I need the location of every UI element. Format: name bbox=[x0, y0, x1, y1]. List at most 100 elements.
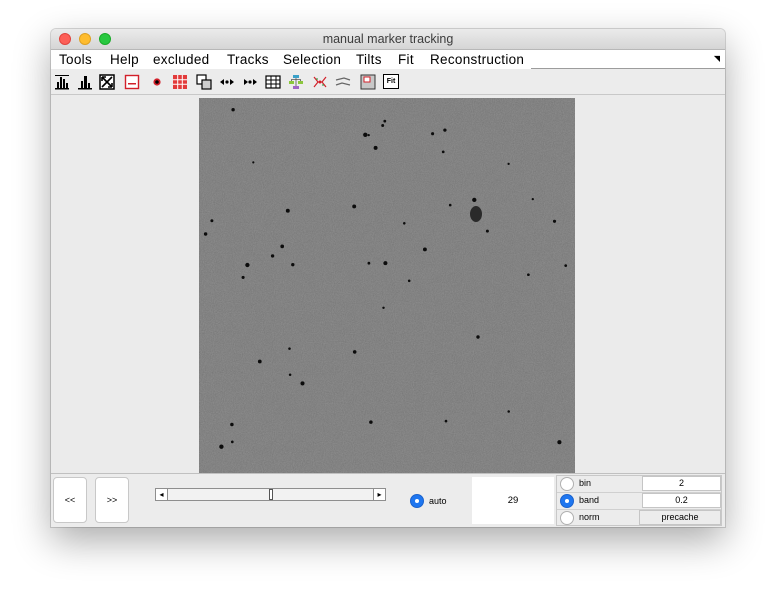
gold-marker[interactable] bbox=[422, 247, 427, 252]
zoom-fit-icon[interactable] bbox=[99, 74, 115, 90]
scatter-icon[interactable] bbox=[312, 74, 328, 90]
toolbar: Fit bbox=[51, 70, 725, 95]
frame-slider[interactable]: ◂ ▸ bbox=[155, 488, 386, 501]
grid-icon[interactable] bbox=[172, 74, 188, 90]
gold-marker[interactable] bbox=[383, 261, 388, 266]
frame-icon[interactable] bbox=[360, 74, 376, 90]
maximize-window-button[interactable] bbox=[99, 33, 111, 45]
menu-tracks[interactable]: Tracks bbox=[227, 50, 269, 69]
menu-fit[interactable]: Fit bbox=[398, 50, 414, 69]
slider-left-arrow-icon[interactable]: ◂ bbox=[155, 488, 168, 501]
gold-marker[interactable] bbox=[363, 132, 368, 137]
gold-marker[interactable] bbox=[431, 132, 435, 136]
gold-marker[interactable] bbox=[441, 150, 445, 154]
gold-marker[interactable] bbox=[472, 197, 477, 203]
gold-marker[interactable] bbox=[507, 410, 510, 413]
norm-radio[interactable] bbox=[560, 511, 574, 525]
gold-marker[interactable] bbox=[552, 219, 557, 223]
gold-marker[interactable] bbox=[280, 244, 285, 249]
move-right-icon[interactable] bbox=[242, 74, 258, 90]
app-window: manual marker tracking Tools Help exclud… bbox=[51, 29, 725, 527]
gold-marker[interactable] bbox=[443, 128, 447, 132]
gold-marker[interactable] bbox=[203, 232, 208, 236]
gold-marker[interactable] bbox=[291, 263, 295, 267]
gold-marker[interactable] bbox=[285, 208, 290, 213]
gold-marker[interactable] bbox=[382, 306, 385, 310]
table-icon[interactable] bbox=[265, 74, 281, 90]
gold-marker[interactable] bbox=[383, 119, 387, 123]
flip-icon[interactable] bbox=[335, 74, 351, 90]
gold-marker[interactable] bbox=[527, 273, 530, 277]
menu-excluded[interactable]: excluded bbox=[153, 50, 209, 69]
bin-radio[interactable] bbox=[560, 477, 574, 491]
gold-marker[interactable] bbox=[448, 203, 452, 207]
gold-marker[interactable] bbox=[564, 264, 568, 267]
gold-marker[interactable] bbox=[300, 381, 305, 386]
gold-marker[interactable] bbox=[288, 373, 292, 376]
frame-number: 29 bbox=[507, 495, 519, 506]
gold-marker[interactable] bbox=[381, 124, 385, 127]
slider-right-arrow-icon[interactable]: ▸ bbox=[373, 488, 386, 501]
move-left-right-icon[interactable] bbox=[219, 74, 235, 90]
micrograph-image[interactable] bbox=[199, 98, 575, 473]
menu-divider bbox=[531, 68, 725, 69]
gold-marker[interactable] bbox=[476, 335, 480, 339]
parameter-panel: bin 2 band 0.2 norm precache bbox=[556, 475, 722, 526]
gold-marker[interactable] bbox=[557, 440, 562, 445]
gold-marker[interactable] bbox=[373, 145, 378, 150]
menu-bar: Tools Help excluded Tracks Selection Til… bbox=[51, 50, 725, 69]
gold-marker[interactable] bbox=[367, 261, 371, 265]
histogram-alt-icon[interactable] bbox=[77, 74, 93, 90]
gold-marker[interactable] bbox=[407, 279, 411, 283]
gold-marker[interactable] bbox=[252, 161, 255, 164]
gold-marker[interactable] bbox=[230, 440, 234, 444]
slider-thumb[interactable] bbox=[269, 489, 273, 500]
menu-overflow-icon[interactable]: ◥ bbox=[714, 54, 720, 63]
menu-help[interactable]: Help bbox=[110, 50, 139, 69]
menu-tilts[interactable]: Tilts bbox=[356, 50, 382, 69]
gold-marker[interactable] bbox=[257, 359, 262, 364]
gold-marker[interactable] bbox=[352, 204, 357, 209]
window-title: manual marker tracking bbox=[322, 32, 454, 46]
gold-marker[interactable] bbox=[403, 222, 406, 225]
histogram-icon[interactable] bbox=[54, 74, 70, 90]
bin-label: bin bbox=[579, 478, 592, 488]
gold-marker[interactable] bbox=[231, 108, 235, 112]
bin-field[interactable]: 2 bbox=[642, 476, 721, 491]
marker-dot-icon[interactable] bbox=[149, 74, 165, 90]
gold-marker[interactable] bbox=[485, 229, 489, 233]
gold-marker[interactable] bbox=[367, 133, 370, 137]
gold-marker[interactable] bbox=[288, 347, 291, 350]
minimize-window-button[interactable] bbox=[79, 33, 91, 45]
next-frame-button[interactable]: >> bbox=[95, 477, 129, 523]
auto-radio[interactable] bbox=[410, 494, 424, 508]
copy-icon[interactable] bbox=[196, 74, 212, 90]
gold-marker[interactable] bbox=[210, 219, 214, 223]
gold-marker[interactable] bbox=[230, 422, 234, 427]
previous-label: << bbox=[64, 495, 76, 505]
close-window-button[interactable] bbox=[59, 33, 71, 45]
title-bar[interactable]: manual marker tracking bbox=[51, 29, 725, 50]
contaminant-blot bbox=[470, 206, 482, 222]
precache-button[interactable]: precache bbox=[639, 510, 721, 525]
marker-box-icon[interactable] bbox=[124, 74, 140, 90]
menu-selection[interactable]: Selection bbox=[283, 50, 341, 69]
gold-marker[interactable] bbox=[245, 262, 250, 268]
fit-icon[interactable]: Fit bbox=[383, 74, 399, 89]
gold-marker[interactable] bbox=[507, 162, 510, 166]
gold-marker[interactable] bbox=[352, 350, 357, 354]
gold-marker[interactable] bbox=[531, 197, 534, 201]
gold-marker[interactable] bbox=[219, 444, 224, 449]
gold-marker[interactable] bbox=[241, 275, 245, 279]
gold-marker[interactable] bbox=[270, 254, 275, 258]
band-row: band 0.2 bbox=[557, 493, 721, 510]
previous-frame-button[interactable]: << bbox=[53, 477, 87, 523]
menu-reconstruction[interactable]: Reconstruction bbox=[430, 50, 524, 69]
gold-marker[interactable] bbox=[444, 419, 448, 423]
tree-icon[interactable] bbox=[288, 74, 304, 90]
band-field[interactable]: 0.2 bbox=[642, 493, 721, 508]
norm-label: norm bbox=[579, 512, 600, 522]
gold-marker[interactable] bbox=[369, 420, 373, 424]
menu-tools[interactable]: Tools bbox=[59, 50, 92, 69]
band-radio[interactable] bbox=[560, 494, 574, 508]
